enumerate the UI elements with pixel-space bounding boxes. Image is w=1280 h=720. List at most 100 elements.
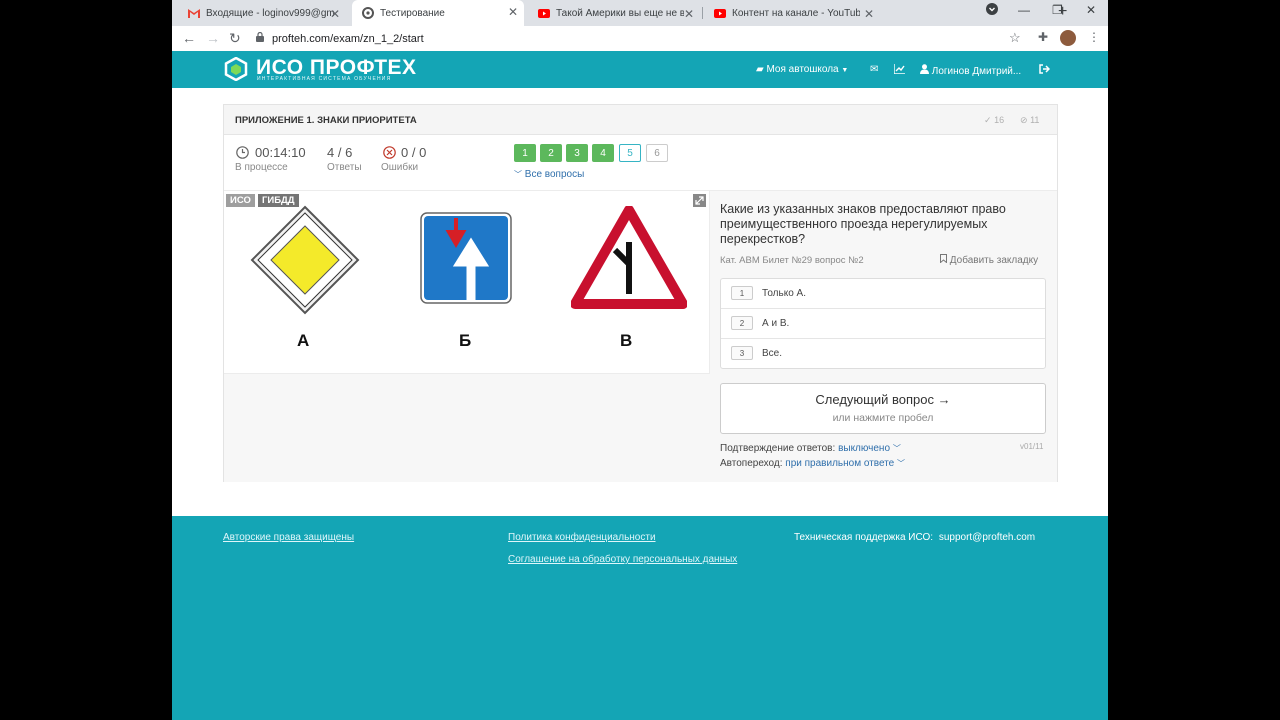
next-question-label: Следующий вопрос → <box>815 392 951 407</box>
auto-advance-dropdown[interactable]: при правильном ответе ﹀ <box>785 458 905 469</box>
user-icon <box>920 64 932 77</box>
answer-number: 3 <box>731 346 753 360</box>
add-bookmark-label: Добавить закладку <box>949 255 1039 266</box>
confirm-answers-value: выключено <box>838 443 891 454</box>
question-image: ИСО ГИБДД А Б В <box>224 191 710 374</box>
side-road-junction-sign-icon <box>571 206 687 309</box>
close-tab-icon[interactable]: ✕ <box>330 7 340 21</box>
main-road-sign-icon <box>250 205 360 315</box>
sign-label-v: В <box>620 331 633 350</box>
graduation-cap-icon: ▰ <box>756 64 764 75</box>
exam-card: ПРИЛОЖЕНИЕ 1. ЗНАКИ ПРИОРИТЕТА ✓ 16 ⊘ 11… <box>223 104 1058 482</box>
auto-advance-setting: Автопереход: при правильном ответе ﹀ <box>720 458 905 469</box>
logout-icon[interactable] <box>1039 64 1051 77</box>
copyright-link[interactable]: Авторские права защищены <box>223 532 354 543</box>
answer-number: 2 <box>731 316 753 330</box>
url-text: profteh.com/exam/zn_1_2/start <box>272 32 424 45</box>
ban-icon: ⊘ <box>1020 115 1028 125</box>
user-menu[interactable]: Логинов Дмитрий... <box>920 64 1021 77</box>
question-pane: ИСО ГИБДД А Б В Какие из указанных знако… <box>224 190 1057 482</box>
chevron-down-icon: ﹀ <box>514 170 522 179</box>
chevron-down-icon: ﹀ <box>892 444 901 453</box>
support-email[interactable]: support@profteh.com <box>939 532 1035 543</box>
answer-list: 1 Только А. 2 А и В. 3 Все. <box>720 278 1046 369</box>
tab-title: Тестирование <box>380 7 445 19</box>
answer-option-2[interactable]: 2 А и В. <box>721 309 1045 339</box>
profile-avatar[interactable] <box>1060 30 1076 46</box>
data-agreement-link[interactable]: Соглашение на обработку персональных дан… <box>508 554 737 565</box>
bookmark-icon <box>940 254 950 266</box>
user-name: Логинов Дмитрий... <box>931 66 1022 77</box>
close-tab-icon[interactable]: ✕ <box>684 7 694 21</box>
auto-advance-label: Автопереход: <box>720 458 783 469</box>
minimize-icon[interactable]: — <box>1018 3 1030 17</box>
question-button-2[interactable]: 2 <box>540 144 562 162</box>
all-questions-link[interactable]: ﹀ Все вопросы <box>514 169 584 180</box>
confirm-answers-label: Подтверждение ответов: <box>720 443 836 454</box>
forward-icon[interactable]: → <box>206 30 220 46</box>
page: ИСО ПРОФТЕХ ИНТЕРАКТИВНАЯ СИСТЕМА ОБУЧЕН… <box>172 51 1108 720</box>
add-bookmark-button[interactable]: Добавить закладку <box>940 254 1038 266</box>
close-tab-icon[interactable]: ✕ <box>864 7 874 21</box>
answer-text: Все. <box>762 348 783 359</box>
auto-advance-value: при правильном ответе <box>785 458 895 469</box>
confirm-answers-dropdown[interactable]: выключено ﹀ <box>838 443 901 454</box>
bookmark-star-icon[interactable]: ☆ <box>1009 30 1021 46</box>
answers-label: Ответы <box>327 162 362 173</box>
errors-count: 0 / 0 <box>401 145 427 160</box>
answer-text: А и В. <box>762 318 790 329</box>
reload-icon[interactable]: ↻ <box>229 30 241 47</box>
site-favicon-icon <box>362 7 374 19</box>
answer-option-3[interactable]: 3 Все. <box>721 339 1045 368</box>
menu-icon[interactable]: ⋮ <box>1088 30 1100 44</box>
question-button-1[interactable]: 1 <box>514 144 536 162</box>
version-label: v01/11 <box>1020 442 1044 451</box>
errors-label: Ошибки <box>381 162 419 173</box>
sign-label-b: Б <box>459 331 472 350</box>
wrong-total-value: 11 <box>1030 115 1040 125</box>
restore-icon[interactable]: ❐ <box>1052 3 1063 17</box>
browser-toolbar: ← → ↻ profteh.com/exam/zn_1_2/start ☆ ✚ … <box>172 26 1108 52</box>
sign-label-a: А <box>297 331 310 350</box>
wrong-total: ⊘ 11 <box>1020 115 1039 126</box>
tab-title: Контент на канале - YouTube St <box>732 7 860 19</box>
answers-count: 4 / 6 <box>327 145 353 160</box>
address-bar[interactable]: profteh.com/exam/zn_1_2/start <box>256 28 1026 49</box>
close-window-icon[interactable]: ✕ <box>1086 3 1096 17</box>
privacy-policy-link[interactable]: Политика конфиденциальности <box>508 532 656 543</box>
caret-down-icon: ▼ <box>841 67 849 74</box>
logo-subtitle: ИНТЕРАКТИВНАЯ СИСТЕМА ОБУЧЕНИЯ <box>257 76 392 82</box>
youtube-icon <box>714 7 726 19</box>
tab-youtube-1[interactable]: Такой Америки вы еще не видел ✕ <box>528 2 700 24</box>
timer-label: В процессе <box>235 162 288 173</box>
exam-title: ПРИЛОЖЕНИЕ 1. ЗНАКИ ПРИОРИТЕТА <box>235 115 417 126</box>
support-label: Техническая поддержка ИСО: <box>794 532 934 543</box>
tab-title: Такой Америки вы еще не видел <box>556 7 684 19</box>
question-button-4[interactable]: 4 <box>592 144 614 162</box>
stats-icon[interactable] <box>893 64 905 77</box>
answer-text: Только А. <box>762 288 806 299</box>
extensions-icon[interactable]: ✚ <box>1038 30 1048 44</box>
my-school-menu[interactable]: ▰ Моя автошкола ▼ <box>756 64 848 75</box>
logo-icon[interactable] <box>224 56 248 82</box>
tab-title: Входящие - loginov999@gmail.c <box>206 7 334 19</box>
question-text: Какие из указанных знаков предоставляют … <box>720 202 1006 246</box>
next-question-button[interactable]: Следующий вопрос → или нажмите пробел <box>720 383 1046 434</box>
answer-option-1[interactable]: 1 Только А. <box>721 279 1045 309</box>
question-button-5[interactable]: 5 <box>619 144 641 162</box>
tab-testing[interactable]: Тестирование ✕ <box>352 0 524 26</box>
question-button-3[interactable]: 3 <box>566 144 588 162</box>
tab-gmail[interactable]: Входящие - loginov999@gmail.c ✕ <box>178 2 346 24</box>
back-icon[interactable]: ← <box>182 30 196 46</box>
question-button-6[interactable]: 6 <box>646 144 668 162</box>
tab-search-icon[interactable] <box>986 3 998 18</box>
support-info: Техническая поддержка ИСО: support@proft… <box>794 532 1035 543</box>
expand-icon[interactable] <box>693 194 706 207</box>
browser-tab-bar: Входящие - loginov999@gmail.c ✕ Тестиров… <box>172 0 1108 26</box>
close-tab-icon[interactable]: ✕ <box>508 5 518 19</box>
youtube-icon <box>538 7 550 19</box>
chevron-down-icon: ﹀ <box>897 459 906 468</box>
site-footer: Авторские права защищены Политика конфид… <box>172 516 1108 720</box>
tab-youtube-2[interactable]: Контент на канале - YouTube St ✕ <box>704 2 880 24</box>
mail-icon[interactable]: ✉ <box>870 64 878 75</box>
